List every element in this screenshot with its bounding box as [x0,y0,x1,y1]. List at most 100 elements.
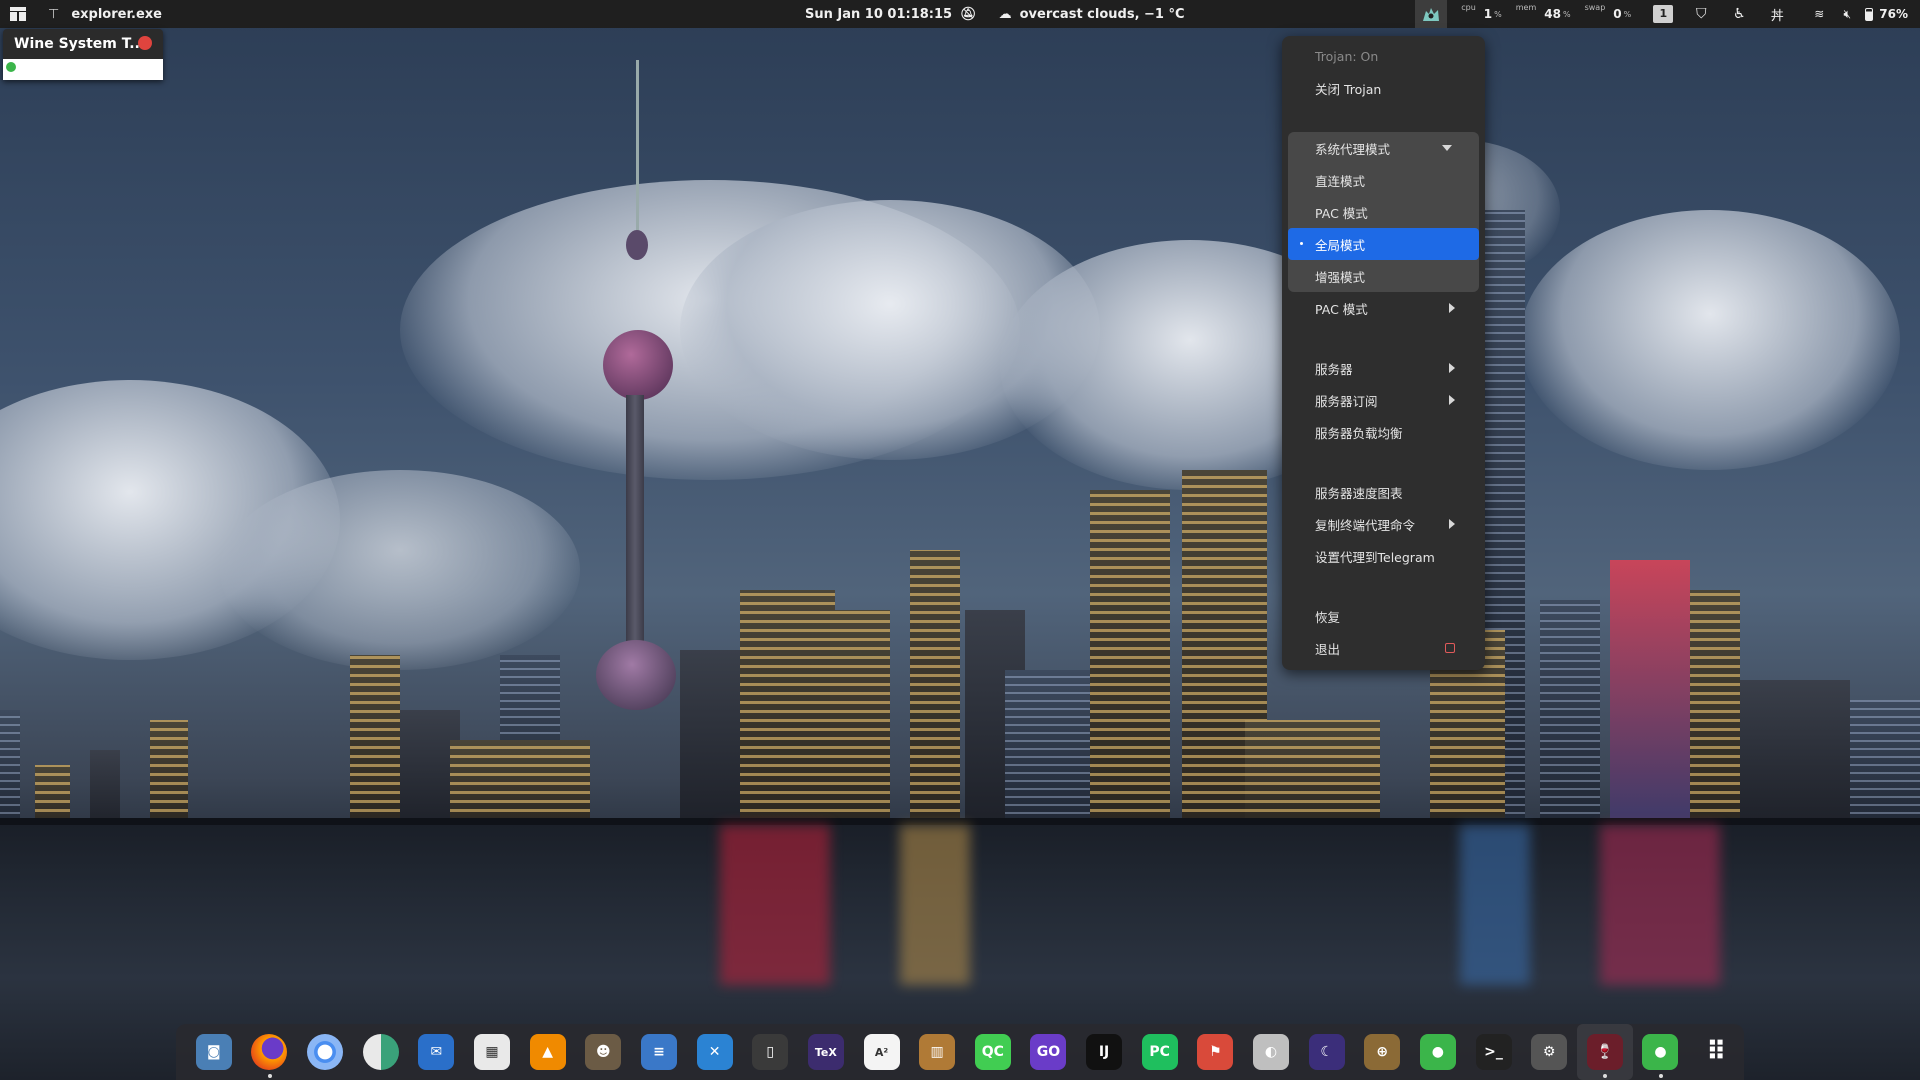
close-button[interactable] [138,36,152,50]
menu-item-proxy-mode[interactable]: 系统代理模式 [1288,132,1479,164]
dock-item-wechat-running[interactable]: ● [1633,1024,1689,1080]
dock-item-crosshair[interactable]: ⊕ [1354,1024,1410,1080]
wine-system-tray-window[interactable]: Wine System T... [3,29,163,80]
menu-item-speed-chart[interactable]: 服务器速度图表 [1282,476,1485,508]
accessibility-button[interactable]: ♿︎ [1725,0,1753,28]
dock-item-gimp[interactable]: ☻ [575,1024,631,1080]
dock-item-app-grid[interactable]: ⠿ [1688,1024,1744,1080]
menu-item-restore[interactable]: 恢复 [1282,600,1485,632]
qt-creator-icon: QC [974,1034,1011,1070]
wine-glass-icon: ⊤ [48,6,60,22]
mem-label: mem [1515,2,1537,12]
swap-value: 0 [1613,7,1622,21]
cpu-stat[interactable]: cpu 1 % [1461,3,1502,22]
running-indicator [267,1074,272,1078]
dock-item-books[interactable]: ▥ [909,1024,965,1080]
intellij-icon: IJ [1086,1034,1123,1070]
mem-value: 48 [1544,7,1561,21]
swap-stat[interactable]: swap 0 % [1585,3,1632,22]
running-indicator [1603,1074,1608,1078]
dock-item-intellij[interactable]: IJ [1076,1024,1132,1080]
dock-item-vlc[interactable]: ▲ [520,1024,576,1080]
running-indicator [1658,1074,1663,1078]
shield-icon: ⛉ [1696,6,1707,22]
dock-item-qt-creator[interactable]: QC [965,1024,1021,1080]
vscode-icon: ✕ [696,1034,733,1070]
wifi-icon: ≋ [1814,7,1825,21]
menu-item-subscriptions[interactable]: 服务器订阅 [1282,384,1485,416]
menu-item-status: Trojan: On [1315,48,1379,64]
menu-item-quit[interactable]: 退出 [1282,632,1485,664]
calendar-icon: ▦ [474,1034,511,1070]
menu-item-enhanced-mode[interactable]: 增强模式 [1288,260,1479,292]
settings-icon: ⚙ [1531,1034,1568,1070]
menu-item-direct-mode[interactable]: 直连模式 [1288,164,1479,196]
vlc-icon: ▲ [529,1034,566,1070]
trojan-tray-menu: Trojan: On 关闭 Trojan 系统代理模式 直连模式 PAC 模式 … [1282,36,1485,670]
tablet-icon: ▯ [752,1034,789,1070]
dock-item-goland[interactable]: GO [1021,1024,1077,1080]
disk-pro-icon: ◐ [1252,1034,1289,1070]
night-sky-icon: ☾ [1308,1034,1345,1070]
dock-item-text-editor[interactable]: ≡ [631,1024,687,1080]
cpu-value: 1 [1483,7,1493,21]
clock-button[interactable]: Sun Jan 10 01:18:15 🔕︎ ☁ overcast clouds… [805,0,1185,28]
wechat-icon: ● [1419,1034,1456,1070]
activities-button[interactable] [0,0,36,28]
dock-item-disk-pro[interactable]: ◐ [1243,1024,1299,1080]
dock-item-chromium[interactable] [297,1024,353,1080]
input-method-icon: 丼 [1770,8,1784,24]
dock-item-tex[interactable]: TeX [798,1024,854,1080]
input-method-button[interactable]: 丼 [1763,0,1791,28]
math-editor-icon: A² [863,1034,900,1070]
dock-item-terminal[interactable]: >_ [1466,1024,1522,1080]
chromium-icon [307,1034,344,1070]
datetime: Sun Jan 10 01:18:15 [805,6,953,22]
goland-icon: GO [1030,1034,1067,1070]
dock-item-wechat[interactable]: ● [1410,1024,1466,1080]
menu-item-copy-command[interactable]: 复制终端代理命令 [1282,508,1485,540]
menu-item-telegram[interactable]: 设置代理到Telegram [1282,540,1485,572]
tray-app-icon[interactable] [6,62,16,72]
dock-item-maps[interactable]: ⚑ [1188,1024,1244,1080]
dock-item-pycharm[interactable]: PC [1132,1024,1188,1080]
dock-item-calendar[interactable]: ▦ [464,1024,520,1080]
thunderbird-icon: ✉ [418,1034,455,1070]
trojan-tray-button[interactable] [1415,0,1448,28]
mem-unit: % [1562,9,1571,19]
volume-button[interactable]: 🔇︎ [1833,0,1861,28]
dock-item-vscode[interactable]: ✕ [687,1024,743,1080]
menu-item-global-mode[interactable]: 全局模式 [1288,228,1479,260]
accessibility-icon: ♿︎ [1732,6,1746,22]
mem-stat[interactable]: mem 48 % [1516,3,1571,22]
dock-item-night-sky[interactable]: ☾ [1299,1024,1355,1080]
window-body [3,59,163,80]
battery-icon [1865,7,1874,21]
dock-item-math-editor[interactable]: A² [854,1024,910,1080]
battery-button[interactable]: 76% [1865,0,1908,28]
dock-item-color-picker[interactable] [353,1024,409,1080]
dock-item-wine[interactable]: 🍷 [1577,1024,1633,1080]
dock-item-screenshot[interactable]: ◙ [186,1024,242,1080]
dock-item-tablet[interactable]: ▯ [742,1024,798,1080]
menu-item-pac-submenu[interactable]: PAC 模式 [1282,292,1485,324]
dock-item-firefox[interactable] [242,1024,298,1080]
wifi-button[interactable]: ≋ [1805,0,1833,28]
shield-tray-button[interactable]: ⛉ [1687,0,1715,28]
terminal-icon: >_ [1475,1034,1512,1070]
window-grid-icon [10,7,26,21]
workspace-indicator[interactable]: 1 [1649,0,1677,28]
chevron-right-icon [1449,303,1455,313]
menu-item-toggle-trojan[interactable]: 关闭 Trojan [1282,72,1485,104]
maps-icon: ⚑ [1197,1034,1234,1070]
menu-item-load-balance[interactable]: 服务器负载均衡 [1282,416,1485,448]
color-picker-icon [362,1034,399,1070]
menu-item-pac-mode[interactable]: PAC 模式 [1288,196,1479,228]
app-menu-button[interactable]: ⊤ explorer.exe [36,0,162,28]
swap-label: swap [1584,2,1606,12]
menu-item-servers[interactable]: 服务器 [1282,352,1485,384]
cpu-unit: % [1494,9,1502,19]
dock-item-settings[interactable]: ⚙ [1521,1024,1577,1080]
app-grid-icon: ⠿ [1705,1037,1727,1067]
dock-item-thunderbird[interactable]: ✉ [409,1024,465,1080]
